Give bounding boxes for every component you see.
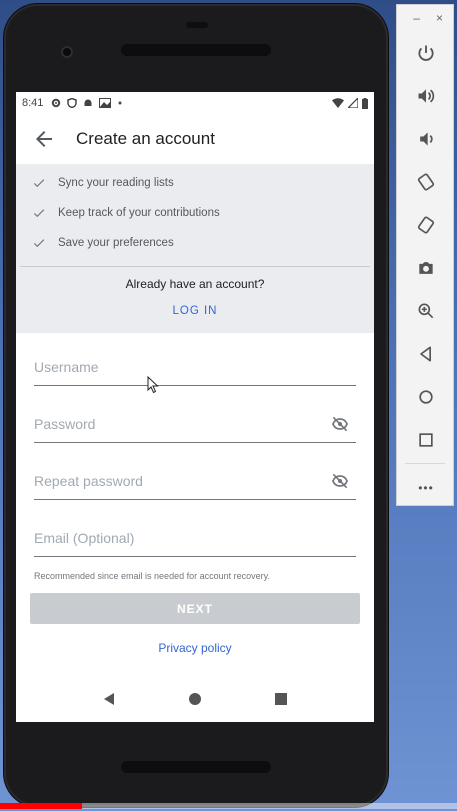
- home-icon: [419, 389, 433, 404]
- benefit-label: Keep track of your contributions: [58, 207, 220, 219]
- login-button[interactable]: LOG IN: [173, 305, 218, 317]
- more-button[interactable]: •••: [397, 466, 455, 509]
- home-button[interactable]: [397, 375, 455, 418]
- benefit-item: Sync your reading lists: [16, 168, 374, 198]
- camera-icon: [419, 261, 433, 274]
- close-button[interactable]: ×: [436, 11, 443, 25]
- check-icon: [33, 239, 45, 248]
- image-icon: [99, 98, 112, 108]
- visibility-off-icon[interactable]: [330, 471, 350, 491]
- signup-form: Username Password Repeat password Email …: [16, 333, 374, 655]
- username-field[interactable]: Username: [34, 353, 356, 410]
- login-question: Already have an account?: [125, 277, 265, 291]
- password-field[interactable]: Password: [34, 410, 356, 467]
- front-camera: [61, 46, 73, 58]
- repeat-password-placeholder: Repeat password: [34, 473, 143, 489]
- arrow-back-icon[interactable]: [32, 127, 56, 151]
- check-icon: [33, 179, 45, 188]
- shield-icon: [67, 98, 78, 108]
- volume-up-icon: [418, 88, 435, 103]
- password-placeholder: Password: [34, 416, 96, 432]
- recents-square-icon[interactable]: [273, 691, 289, 707]
- emulator-toolbar: – × •••: [396, 4, 454, 506]
- rotate-right-icon: [417, 215, 435, 234]
- signal-icon: [348, 98, 358, 108]
- benefit-label: Save your preferences: [58, 237, 174, 249]
- status-icons: [51, 98, 123, 108]
- wifi-icon: [332, 98, 344, 108]
- video-progress-fill: [0, 803, 83, 809]
- overview-icon: [419, 432, 433, 447]
- settings-icon: [52, 98, 61, 108]
- power-button[interactable]: [397, 31, 455, 74]
- bottom-speaker: [121, 761, 271, 773]
- zoom-icon: [418, 303, 434, 318]
- email-placeholder: Email (Optional): [34, 530, 135, 546]
- password-underline: [34, 442, 356, 443]
- back-triangle-icon[interactable]: [101, 691, 117, 707]
- mouse-cursor-icon: [147, 376, 159, 394]
- benefit-item: Keep track of your contributions: [16, 198, 374, 228]
- overview-button[interactable]: [397, 418, 455, 461]
- back-icon: [420, 346, 431, 361]
- toolbar-header: – ×: [397, 5, 453, 31]
- power-icon: [418, 45, 434, 61]
- earpiece-speaker: [121, 44, 271, 56]
- check-icon: [33, 209, 45, 218]
- volume-down-button[interactable]: [397, 117, 455, 160]
- benefit-item: Save your preferences: [16, 228, 374, 258]
- phone-screen: 8:41 Create an account Sync your reading…: [16, 92, 374, 722]
- minimize-button[interactable]: –: [413, 11, 420, 25]
- dot-icon: [118, 101, 122, 105]
- email-underline: [34, 556, 356, 557]
- rotate-left-button[interactable]: [397, 160, 455, 203]
- rotate-right-button[interactable]: [397, 203, 455, 246]
- system-nav-bar: [16, 676, 374, 722]
- volume-up-button[interactable]: [397, 74, 455, 117]
- app-bar: Create an account: [16, 114, 374, 164]
- benefit-label: Sync your reading lists: [58, 177, 174, 189]
- status-right-icons: [332, 97, 368, 109]
- next-button[interactable]: NEXT: [30, 593, 360, 624]
- home-circle-icon[interactable]: [187, 691, 203, 707]
- repeat-password-field[interactable]: Repeat password: [34, 467, 356, 524]
- status-bar: 8:41: [16, 92, 374, 114]
- rotate-left-icon: [417, 172, 435, 191]
- toolbar-divider: [405, 463, 445, 464]
- phone-frame: 8:41 Create an account Sync your reading…: [4, 4, 388, 807]
- status-time: 8:41: [22, 97, 44, 109]
- username-underline: [34, 385, 356, 386]
- sensor: [186, 22, 208, 28]
- screenshot-button[interactable]: [397, 246, 455, 289]
- repeat-password-underline: [34, 499, 356, 500]
- zoom-button[interactable]: [397, 289, 455, 332]
- login-prompt: Already have an account? LOG IN: [16, 267, 374, 333]
- email-field[interactable]: Email (Optional): [34, 524, 356, 581]
- battery-icon: [362, 97, 368, 109]
- volume-down-icon: [420, 131, 433, 146]
- privacy-policy-link[interactable]: Privacy policy: [34, 641, 356, 655]
- more-icon: •••: [418, 480, 434, 495]
- page-title: Create an account: [76, 129, 215, 148]
- visibility-off-icon[interactable]: [330, 414, 350, 434]
- benefits-panel: Sync your reading lists Keep track of yo…: [16, 164, 374, 333]
- back-button[interactable]: [397, 332, 455, 375]
- android-icon: [84, 99, 92, 106]
- username-placeholder: Username: [34, 359, 99, 375]
